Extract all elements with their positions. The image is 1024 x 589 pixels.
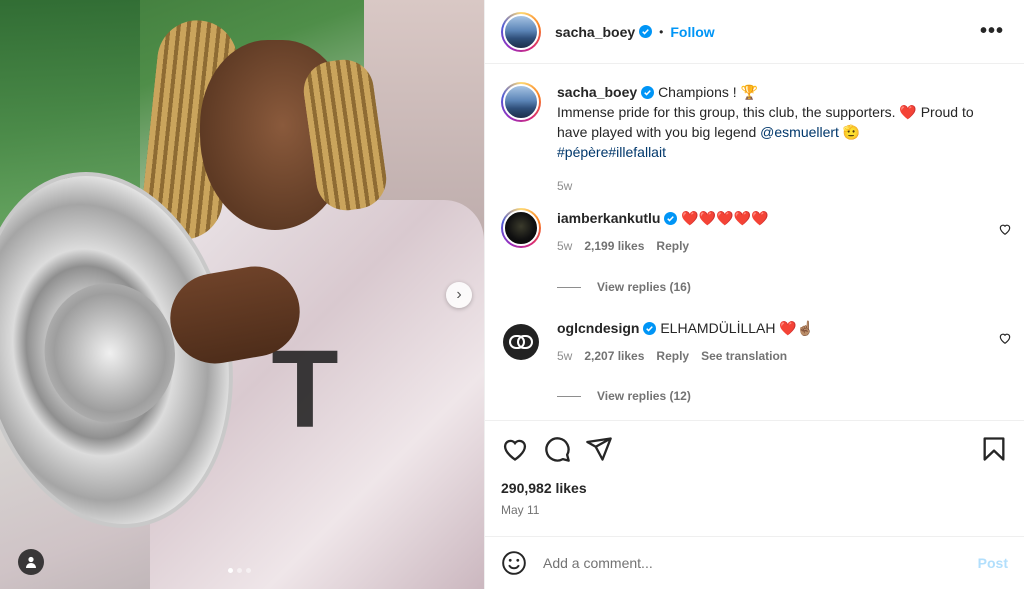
commenter-avatar[interactable]: [503, 324, 539, 360]
brand-logo-icon: [509, 335, 533, 349]
follow-button[interactable]: Follow: [670, 24, 714, 40]
chevron-right-icon: ›: [456, 286, 462, 303]
comment-age[interactable]: 5w: [557, 346, 572, 366]
author-username[interactable]: sacha_boey: [555, 24, 635, 40]
comment-likes[interactable]: 2,199 likes: [584, 236, 644, 256]
action-bar: [485, 420, 1024, 482]
comment-icon[interactable]: [543, 435, 571, 463]
carousel-dot: [228, 568, 233, 573]
caption-age[interactable]: 5w: [557, 176, 572, 196]
verified-badge-icon: [641, 86, 655, 99]
reply-button[interactable]: Reply: [656, 346, 689, 366]
comment-input[interactable]: [543, 555, 953, 571]
author-avatar[interactable]: [501, 11, 541, 52]
more-options-icon[interactable]: •••: [980, 20, 1004, 43]
caption: sacha_boey Champions ! 🏆 Immense pride f…: [501, 82, 1008, 196]
hashtags-link[interactable]: #pépère#illefallait: [557, 142, 997, 162]
comment-body: iamberkankutlu ❤️❤️❤️❤️❤️ 5w 2,199 likes…: [557, 208, 997, 256]
post-panel: sacha_boey • Follow ••• sacha_boey Champ…: [484, 0, 1024, 589]
comment-age[interactable]: 5w: [557, 236, 572, 256]
like-comment-heart-icon[interactable]: [998, 331, 1012, 345]
likes-count[interactable]: 290,982 likes: [501, 480, 587, 496]
trophy-center: [31, 271, 188, 436]
view-replies-button[interactable]: View replies (16): [557, 280, 691, 294]
comment-username[interactable]: oglcndesign: [557, 320, 639, 336]
comment-text: ❤️❤️❤️❤️❤️: [681, 210, 769, 226]
comments-list[interactable]: sacha_boey Champions ! 🏆 Immense pride f…: [485, 64, 1024, 420]
carousel-indicator: [228, 568, 251, 573]
mention-link[interactable]: @esmuellert: [760, 124, 839, 140]
see-translation-button[interactable]: See translation: [701, 346, 787, 366]
comment-item: iamberkankutlu ❤️❤️❤️❤️❤️ 5w 2,199 likes…: [501, 208, 1008, 256]
like-heart-icon[interactable]: [501, 435, 529, 463]
post-image: T ›: [0, 0, 484, 589]
caption-title: Champions ! 🏆: [658, 84, 758, 100]
comment-text: ELHAMDÜLİLLAH ❤️☝🏽: [660, 320, 815, 336]
emoji-icon[interactable]: [501, 550, 527, 576]
verified-badge-icon: [639, 25, 653, 38]
post-header: sacha_boey • Follow •••: [485, 0, 1024, 64]
author-avatar[interactable]: [501, 82, 541, 122]
save-bookmark-icon[interactable]: [980, 435, 1008, 463]
caption-body: sacha_boey Champions ! 🏆 Immense pride f…: [557, 82, 997, 196]
reply-button[interactable]: Reply: [656, 236, 689, 256]
commenter-avatar[interactable]: [501, 208, 541, 248]
separator-dot: •: [659, 24, 664, 39]
share-icon[interactable]: [585, 435, 613, 463]
comment-composer: Post: [485, 536, 1024, 589]
caption-text: Immense pride for this group, this club,…: [557, 104, 974, 140]
view-replies-button[interactable]: View replies (12): [557, 389, 691, 403]
carousel-dot: [237, 568, 242, 573]
user-icon: [26, 556, 36, 568]
comment-body: oglcndesign ELHAMDÜLİLLAH ❤️☝🏽 5w 2,207 …: [557, 318, 997, 366]
verified-badge-icon: [643, 322, 657, 335]
post-date[interactable]: May 11: [501, 503, 539, 517]
post-dialog: T › sacha_boey • Follow ••• sacha_boey C…: [0, 0, 1024, 589]
comment-item: oglcndesign ELHAMDÜLİLLAH ❤️☝🏽 5w 2,207 …: [501, 318, 1008, 366]
tagged-users-button[interactable]: [18, 549, 44, 575]
caption-username[interactable]: sacha_boey: [557, 84, 637, 100]
like-comment-heart-icon[interactable]: [998, 222, 1012, 236]
post-comment-button[interactable]: Post: [978, 555, 1008, 571]
comment-likes[interactable]: 2,207 likes: [584, 346, 644, 366]
carousel-next-button[interactable]: ›: [446, 282, 472, 308]
comment-username[interactable]: iamberkankutlu: [557, 210, 660, 226]
verified-badge-icon: [664, 212, 678, 225]
carousel-dot: [246, 568, 251, 573]
